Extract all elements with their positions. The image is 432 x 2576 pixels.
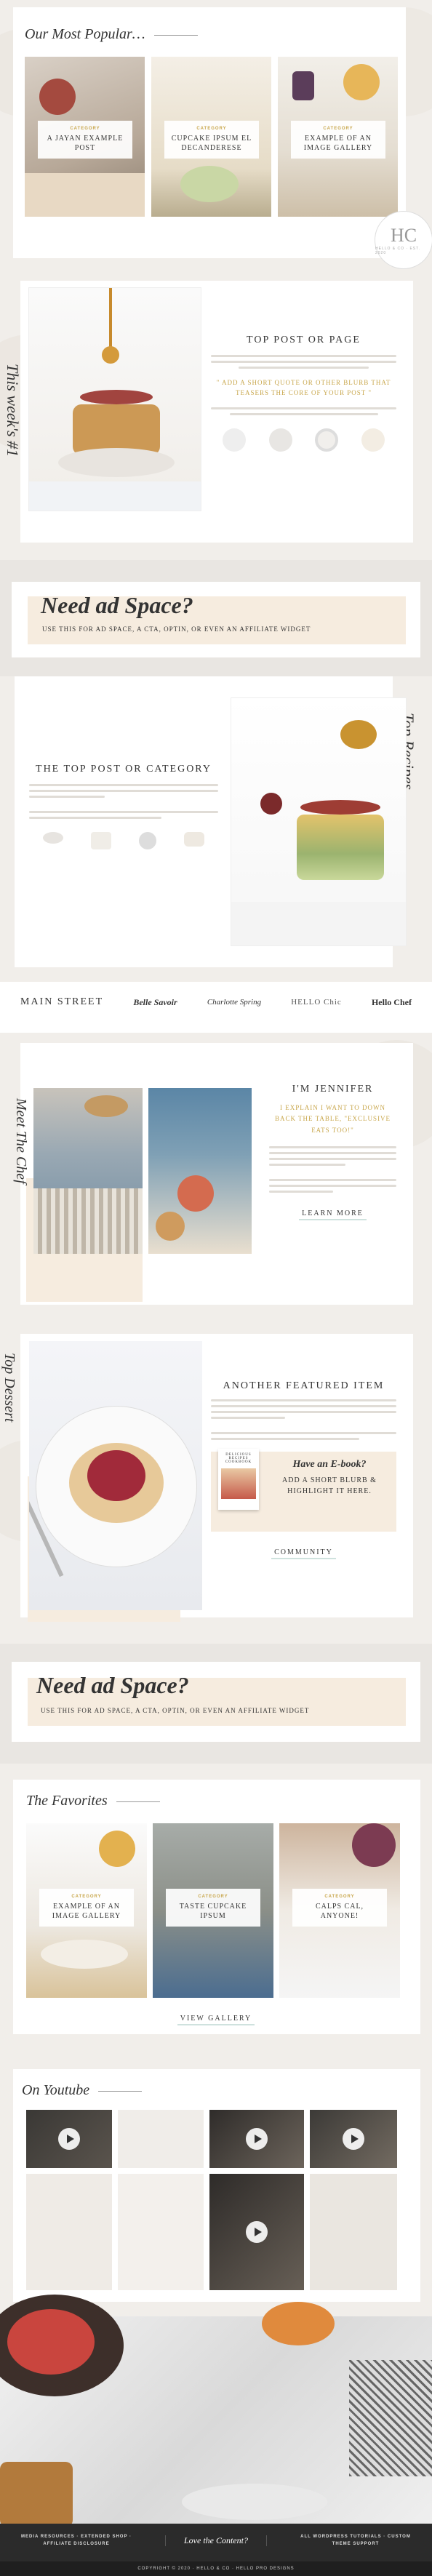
top-recipes-content: THE TOP POST OR CATEGORY bbox=[29, 764, 218, 849]
this-week-vertical-title: This week's #1 bbox=[4, 364, 22, 457]
top-recipes-title[interactable]: THE TOP POST OR CATEGORY bbox=[29, 764, 218, 775]
video-thumb-1[interactable] bbox=[26, 2110, 112, 2168]
ebook-label: Have an E-book? bbox=[292, 1459, 367, 1470]
post-category: CATEGORY bbox=[198, 1895, 228, 1899]
post-category: CATEGORY bbox=[71, 1895, 102, 1899]
favorite-post-1[interactable]: CATEGORY EXAMPLE OF AN IMAGE GALLERY bbox=[26, 1823, 147, 1998]
post-title[interactable]: TASTE CUPCAKE IPSUM bbox=[170, 1902, 256, 1921]
ad-subtitle: USE THIS FOR AD SPACE, A CTA, OPTIN, OR … bbox=[42, 625, 311, 633]
community-button[interactable]: COMMUNITY bbox=[271, 1548, 336, 1559]
logo-main-street[interactable]: MAIN STREET bbox=[20, 996, 103, 1008]
youtube-grid bbox=[26, 2110, 397, 2292]
this-week-quote: " ADD A SHORT QUOTE OR OTHER BLURB THAT … bbox=[216, 379, 391, 397]
logo-charlotte-spring[interactable]: Charlotte Spring bbox=[207, 998, 261, 1007]
video-thumb-7[interactable] bbox=[209, 2174, 304, 2290]
chef-photo-2 bbox=[148, 1088, 252, 1254]
post-title[interactable]: A JAYAN EXAMPLE POST bbox=[42, 134, 128, 153]
footer-col-1[interactable]: MEDIA RESOURCES · EXTENDED SHOP · AFFILI… bbox=[15, 2534, 138, 2548]
post-category: CATEGORY bbox=[323, 127, 353, 131]
footer-middle: Love the Content? bbox=[165, 2535, 267, 2547]
play-icon[interactable] bbox=[343, 2128, 364, 2150]
post-title[interactable]: EXAMPLE OF AN IMAGE GALLERY bbox=[295, 134, 381, 153]
chef-photo-1 bbox=[33, 1088, 143, 1254]
badge-initials: HC bbox=[390, 225, 417, 246]
top-recipes-section: Top Recipes THE TOP POST OR CATEGORY bbox=[0, 676, 432, 982]
video-thumb-6[interactable] bbox=[118, 2174, 204, 2290]
video-thumb-2[interactable] bbox=[118, 2110, 204, 2168]
ad-banner-2[interactable]: Need ad Space? USE THIS FOR AD SPACE, A … bbox=[12, 1662, 420, 1742]
chef-quote: I EXPLAIN I WANT TO DOWN BACK THE TABLE,… bbox=[274, 1104, 391, 1134]
logo-hello-chic[interactable]: HELLO Chic bbox=[291, 998, 342, 1007]
favorites-heading: The Favorites bbox=[26, 1793, 160, 1809]
popular-heading: Our Most Popular… bbox=[25, 26, 198, 43]
favorites-section: The Favorites CATEGORY EXAMPLE OF AN IMA… bbox=[0, 1764, 432, 2055]
logo-belle-savoir[interactable]: Belle Savoir bbox=[133, 997, 177, 1008]
play-icon[interactable] bbox=[246, 2221, 268, 2243]
play-icon[interactable] bbox=[58, 2128, 80, 2150]
learn-more-button[interactable]: LEARN MORE bbox=[299, 1209, 367, 1220]
ad-section-2: Need ad Space? USE THIS FOR AD SPACE, A … bbox=[0, 1644, 432, 1764]
post-title[interactable]: CALPS CAL, ANYONE! bbox=[297, 1902, 383, 1921]
chef-title[interactable]: I'M JENNIFER bbox=[269, 1084, 396, 1095]
ebook-promo[interactable]: DELICIOUS RECIPES COOKBOOK Have an E-boo… bbox=[211, 1449, 396, 1532]
youtube-heading: On Youtube bbox=[22, 2082, 143, 2099]
footer-col-3[interactable]: ALL WORDPRESS TUTORIALS · CUSTOM THEME S… bbox=[294, 2534, 417, 2548]
dessert-title[interactable]: ANOTHER FEATURED ITEM bbox=[211, 1380, 396, 1392]
favorite-post-2[interactable]: CATEGORY TASTE CUPCAKE IPSUM bbox=[153, 1823, 273, 1998]
badge-text: HELLO & CO · EST. 2020 bbox=[375, 247, 421, 255]
post-title[interactable]: EXAMPLE OF AN IMAGE GALLERY bbox=[44, 1902, 129, 1921]
footer-hero-image bbox=[0, 2295, 432, 2527]
play-icon[interactable] bbox=[246, 2128, 268, 2150]
ad-banner-1[interactable]: Need ad Space? USE THIS FOR AD SPACE, A … bbox=[12, 582, 420, 657]
post-title[interactable]: CUPCAKE IPSUM EL DECANDERESE bbox=[169, 134, 255, 153]
logo-hello-chef[interactable]: Hello Chef bbox=[372, 997, 412, 1008]
dessert-content: ANOTHER FEATURED ITEM DELICIOUS RECIPES … bbox=[211, 1380, 396, 1559]
dish-thumbnails bbox=[211, 428, 396, 452]
chef-section: Meet The Chef I'M JENNIFER I EXPLAIN I W… bbox=[0, 1033, 432, 1324]
brand-badge: HC HELLO & CO · EST. 2020 bbox=[375, 211, 432, 269]
logo-row: MAIN STREET Belle Savoir Charlotte Sprin… bbox=[0, 982, 432, 1008]
view-gallery-button[interactable]: VIEW GALLERY bbox=[177, 2015, 255, 2025]
this-week-title[interactable]: TOP POST OR PAGE bbox=[211, 335, 396, 346]
ebook-cover: DELICIOUS RECIPES COOKBOOK bbox=[218, 1449, 259, 1510]
footer-columns: MEDIA RESOURCES · EXTENDED SHOP · AFFILI… bbox=[0, 2524, 432, 2548]
popular-post-2[interactable]: CATEGORY CUPCAKE IPSUM EL DECANDERESE bbox=[151, 57, 271, 217]
chef-content: I'M JENNIFER I EXPLAIN I WANT TO DOWN BA… bbox=[269, 1084, 396, 1220]
post-category: CATEGORY bbox=[70, 127, 100, 131]
page: Our Most Popular… CATEGORY A JAYAN EXAMP… bbox=[0, 0, 432, 2576]
popular-post-3[interactable]: CATEGORY EXAMPLE OF AN IMAGE GALLERY bbox=[278, 57, 398, 217]
ad-section-1: Need ad Space? USE THIS FOR AD SPACE, A … bbox=[0, 560, 432, 676]
video-thumb-8[interactable] bbox=[310, 2174, 397, 2290]
dessert-section: Top Dessert ANOTHER FEATURED ITEM DELICI… bbox=[0, 1324, 432, 1644]
pancake-photo bbox=[29, 288, 201, 511]
ad-title: Need ad Space? bbox=[41, 592, 193, 618]
post-category: CATEGORY bbox=[324, 1895, 355, 1899]
ad-title: Need ad Space? bbox=[36, 1672, 189, 1698]
favorite-post-3[interactable]: CATEGORY CALPS CAL, ANYONE! bbox=[279, 1823, 400, 1998]
ad-subtitle: USE THIS FOR AD SPACE, A CTA, OPTIN, OR … bbox=[41, 1707, 310, 1714]
logos-strip: MAIN STREET Belle Savoir Charlotte Sprin… bbox=[0, 982, 432, 1033]
dish-thumbnails bbox=[29, 832, 218, 849]
this-week-section: This week's #1 TOP POST OR PAGE " ADD A … bbox=[0, 269, 432, 560]
post-category: CATEGORY bbox=[196, 127, 227, 131]
this-week-content: TOP POST OR PAGE " ADD A SHORT QUOTE OR … bbox=[211, 335, 396, 452]
youtube-section: On Youtube bbox=[0, 2055, 432, 2316]
popular-post-1[interactable]: CATEGORY A JAYAN EXAMPLE POST bbox=[25, 57, 145, 217]
video-thumb-5[interactable] bbox=[26, 2174, 112, 2290]
popular-card: Our Most Popular… CATEGORY A JAYAN EXAMP… bbox=[13, 7, 406, 258]
dessert-photo bbox=[29, 1341, 202, 1610]
footer-copyright: COPYRIGHT © 2020 · HELLO & CO · HELLO PR… bbox=[0, 2561, 432, 2576]
popular-section: Our Most Popular… CATEGORY A JAYAN EXAMP… bbox=[0, 0, 432, 269]
ebook-text: ADD A SHORT BLURB & HIGHLIGHT IT HERE. bbox=[282, 1476, 377, 1495]
footer: MEDIA RESOURCES · EXTENDED SHOP · AFFILI… bbox=[0, 2524, 432, 2576]
chef-vertical-title: Meet The Chef bbox=[13, 1098, 29, 1184]
video-thumb-4[interactable] bbox=[310, 2110, 397, 2168]
video-thumb-3[interactable] bbox=[209, 2110, 304, 2168]
dessert-vertical-title: Top Dessert bbox=[1, 1353, 17, 1423]
crepe-photo bbox=[231, 698, 406, 945]
body-placeholder bbox=[211, 355, 396, 369]
